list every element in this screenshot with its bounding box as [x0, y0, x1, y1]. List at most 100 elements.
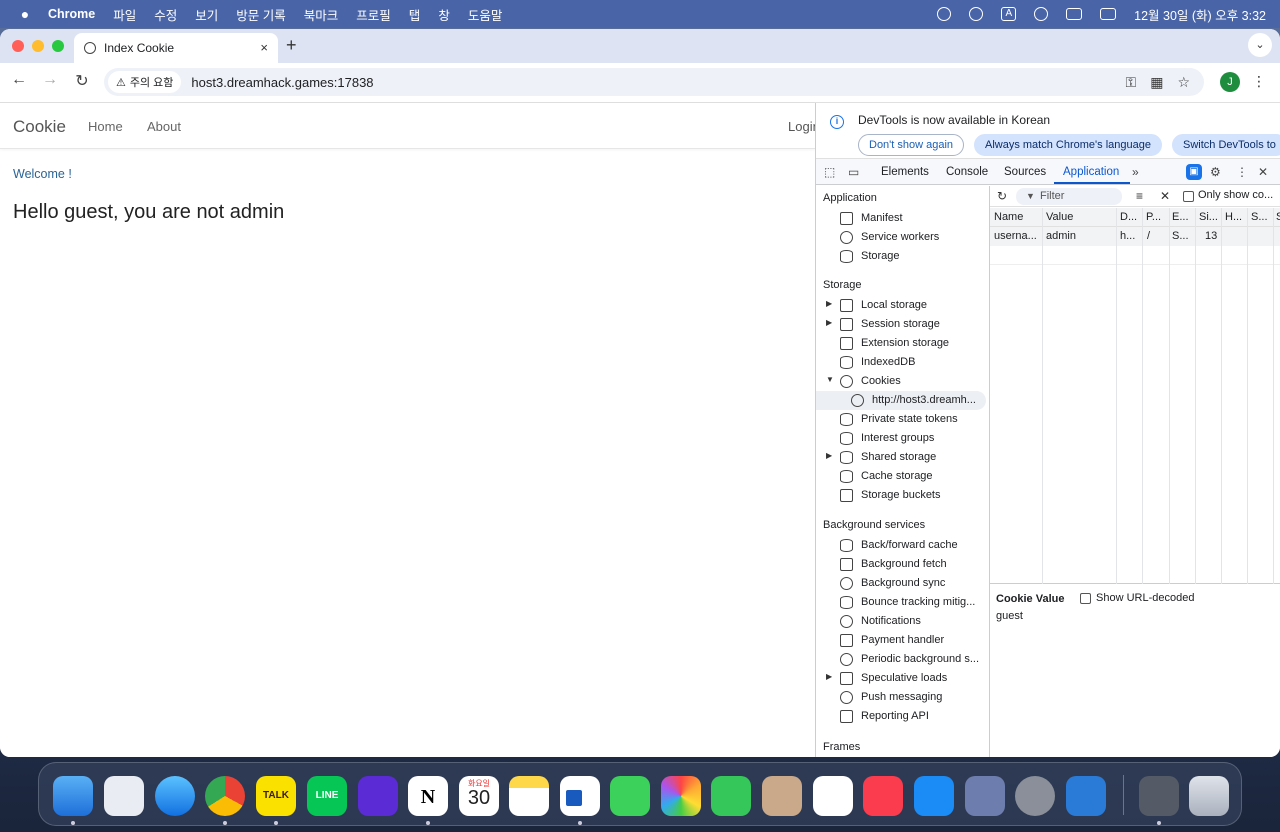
expand-arrow-icon[interactable]: ▶	[826, 318, 832, 327]
cookie-value-text[interactable]: guest	[996, 610, 1023, 622]
apple-menu-icon[interactable]: ●	[14, 6, 36, 22]
messages-icon[interactable]	[610, 776, 650, 816]
close-window-button[interactable]	[12, 40, 24, 52]
sidebar-item-periodic-sync[interactable]: Periodic background s...	[816, 650, 986, 669]
sidebar-item-notifications[interactable]: Notifications	[816, 612, 986, 631]
sidebar-item-local-storage[interactable]: ▶ Local storage	[816, 296, 986, 315]
site-brand[interactable]: Cookie	[13, 117, 66, 137]
sidebar-item-private-state-tokens[interactable]: Private state tokens	[816, 410, 986, 429]
nav-login-link[interactable]: Login	[788, 119, 815, 134]
dont-show-again-button[interactable]: Don't show again	[858, 134, 965, 156]
menu-tab[interactable]: 탭	[409, 5, 421, 24]
column-divider[interactable]	[1169, 208, 1170, 584]
input-source-icon[interactable]: A	[1001, 7, 1017, 21]
inspect-element-icon[interactable]: ⬚	[824, 165, 835, 179]
sidebar-item-cookie-origin[interactable]: http://host3.dreamh...	[816, 391, 986, 410]
menu-profile[interactable]: 프로필	[356, 5, 391, 24]
column-divider[interactable]	[1195, 208, 1196, 584]
collapse-arrow-icon[interactable]: ▼	[826, 375, 834, 384]
profile-avatar[interactable]: J	[1220, 72, 1240, 92]
col-secure[interactable]: S...	[1251, 211, 1268, 223]
tab-close-icon[interactable]: ×	[260, 40, 268, 55]
sidebar-item-reporting-api[interactable]: Reporting API	[816, 707, 986, 726]
messages-status-icon[interactable]	[937, 7, 952, 21]
sidebar-item-indexeddb[interactable]: IndexedDB	[816, 353, 986, 372]
notion-icon[interactable]: N	[408, 776, 448, 816]
col-name[interactable]: Name	[994, 211, 1023, 223]
col-value[interactable]: Value	[1046, 211, 1073, 223]
zoom-window-button[interactable]	[52, 40, 64, 52]
address-bar[interactable]: ⚠ 주의 요함 host3.dreamhack.games:17838 ⚿ ▦ …	[104, 68, 1204, 96]
menu-history[interactable]: 방문 기록	[236, 5, 285, 24]
photos-icon[interactable]	[661, 776, 701, 816]
system-settings-icon[interactable]	[1015, 776, 1055, 816]
sidebar-item-bounce-tracking[interactable]: Bounce tracking mitig...	[816, 593, 986, 612]
new-tab-button[interactable]: +	[286, 35, 297, 56]
app-store-icon[interactable]	[914, 776, 954, 816]
calendar-icon[interactable]: 화요일 30	[459, 776, 499, 816]
column-divider[interactable]	[1221, 208, 1222, 584]
column-divider[interactable]	[1247, 208, 1248, 584]
trash-icon[interactable]	[1189, 776, 1229, 816]
word-icon[interactable]	[560, 776, 600, 816]
column-divider[interactable]	[1042, 208, 1043, 584]
forward-arrow-icon[interactable]: →	[38, 71, 62, 89]
col-expires[interactable]: E...	[1172, 211, 1189, 223]
reminders-icon[interactable]	[813, 776, 853, 816]
back-arrow-icon[interactable]: ←	[7, 71, 31, 89]
tab-search-button[interactable]: ⌄	[1248, 33, 1272, 57]
sidebar-item-interest-groups[interactable]: Interest groups	[816, 429, 986, 448]
menu-help[interactable]: 도움말	[468, 5, 503, 24]
devtools-menu-icon[interactable]: ⋮	[1236, 165, 1248, 179]
reload-icon[interactable]: ↻	[70, 71, 94, 91]
nav-about-link[interactable]: About	[147, 119, 181, 134]
iphone-mirroring-icon[interactable]	[965, 776, 1005, 816]
expand-arrow-icon[interactable]: ▶	[826, 299, 832, 308]
sidebar-item-storage-buckets[interactable]: Storage buckets	[816, 486, 986, 505]
bookmark-star-icon[interactable]: ☆	[1177, 74, 1190, 91]
device-toolbar-icon[interactable]: ▭	[848, 165, 859, 179]
key-icon[interactable]: ⚿	[1126, 74, 1137, 91]
security-indicator[interactable]: ⚠ 주의 요함	[108, 71, 182, 93]
sidebar-item-cache-storage[interactable]: Cache storage	[816, 467, 986, 486]
minimize-window-button[interactable]	[32, 40, 44, 52]
menu-view[interactable]: 보기	[195, 5, 218, 24]
menu-window[interactable]: 창	[438, 5, 450, 24]
delete-selected-icon[interactable]: ✕	[1160, 189, 1170, 203]
more-tabs-icon[interactable]: »	[1132, 165, 1139, 179]
calculator-icon[interactable]	[1139, 776, 1179, 816]
refresh-icon[interactable]: ↻	[997, 189, 1007, 203]
sidebar-item-background-sync[interactable]: Background sync	[816, 574, 986, 593]
wifi-icon[interactable]	[1034, 7, 1049, 21]
ai-assistance-icon[interactable]: ▣	[1186, 164, 1202, 180]
column-divider[interactable]	[1273, 208, 1274, 584]
chrome-menu-icon[interactable]: ⋮	[1252, 73, 1266, 90]
sidebar-item-service-workers[interactable]: Service workers	[816, 228, 986, 247]
line-icon[interactable]: LINE	[307, 776, 347, 816]
sidebar-item-payment-handler[interactable]: Payment handler	[816, 631, 986, 650]
sidebar-item-speculative-loads[interactable]: ▶ Speculative loads	[816, 669, 986, 688]
tab-console[interactable]: Console	[946, 166, 988, 178]
tab-application[interactable]: Application	[1063, 166, 1119, 178]
contacts-icon[interactable]	[762, 776, 802, 816]
url-text[interactable]: host3.dreamhack.games:17838	[191, 75, 373, 90]
column-divider[interactable]	[1142, 208, 1143, 584]
kakaotalk-icon[interactable]: TALK	[256, 776, 296, 816]
col-path[interactable]: P...	[1146, 211, 1161, 223]
sidebar-item-bfcache[interactable]: Back/forward cache	[816, 536, 986, 555]
browser-tab[interactable]: Index Cookie ×	[74, 33, 278, 63]
table-row[interactable]: userna... admin h... / S... 13	[990, 227, 1280, 246]
col-httponly[interactable]: H...	[1225, 211, 1242, 223]
airpods-status-icon[interactable]	[969, 7, 984, 21]
control-center-icon[interactable]	[1100, 8, 1117, 20]
tab-sources[interactable]: Sources	[1004, 166, 1046, 178]
xcode-icon[interactable]	[1066, 776, 1106, 816]
expand-arrow-icon[interactable]: ▶	[826, 672, 832, 681]
sidebar-item-cookies[interactable]: ▼ Cookies	[816, 372, 986, 391]
col-domain[interactable]: D...	[1120, 211, 1137, 223]
sidebar-item-manifest[interactable]: Manifest	[816, 209, 986, 228]
battery-icon[interactable]	[1066, 8, 1083, 20]
chrome-icon[interactable]	[205, 776, 245, 816]
cookie-filter-input[interactable]: ▼ Filter	[1016, 188, 1122, 205]
sidebar-item-background-fetch[interactable]: Background fetch	[816, 555, 986, 574]
